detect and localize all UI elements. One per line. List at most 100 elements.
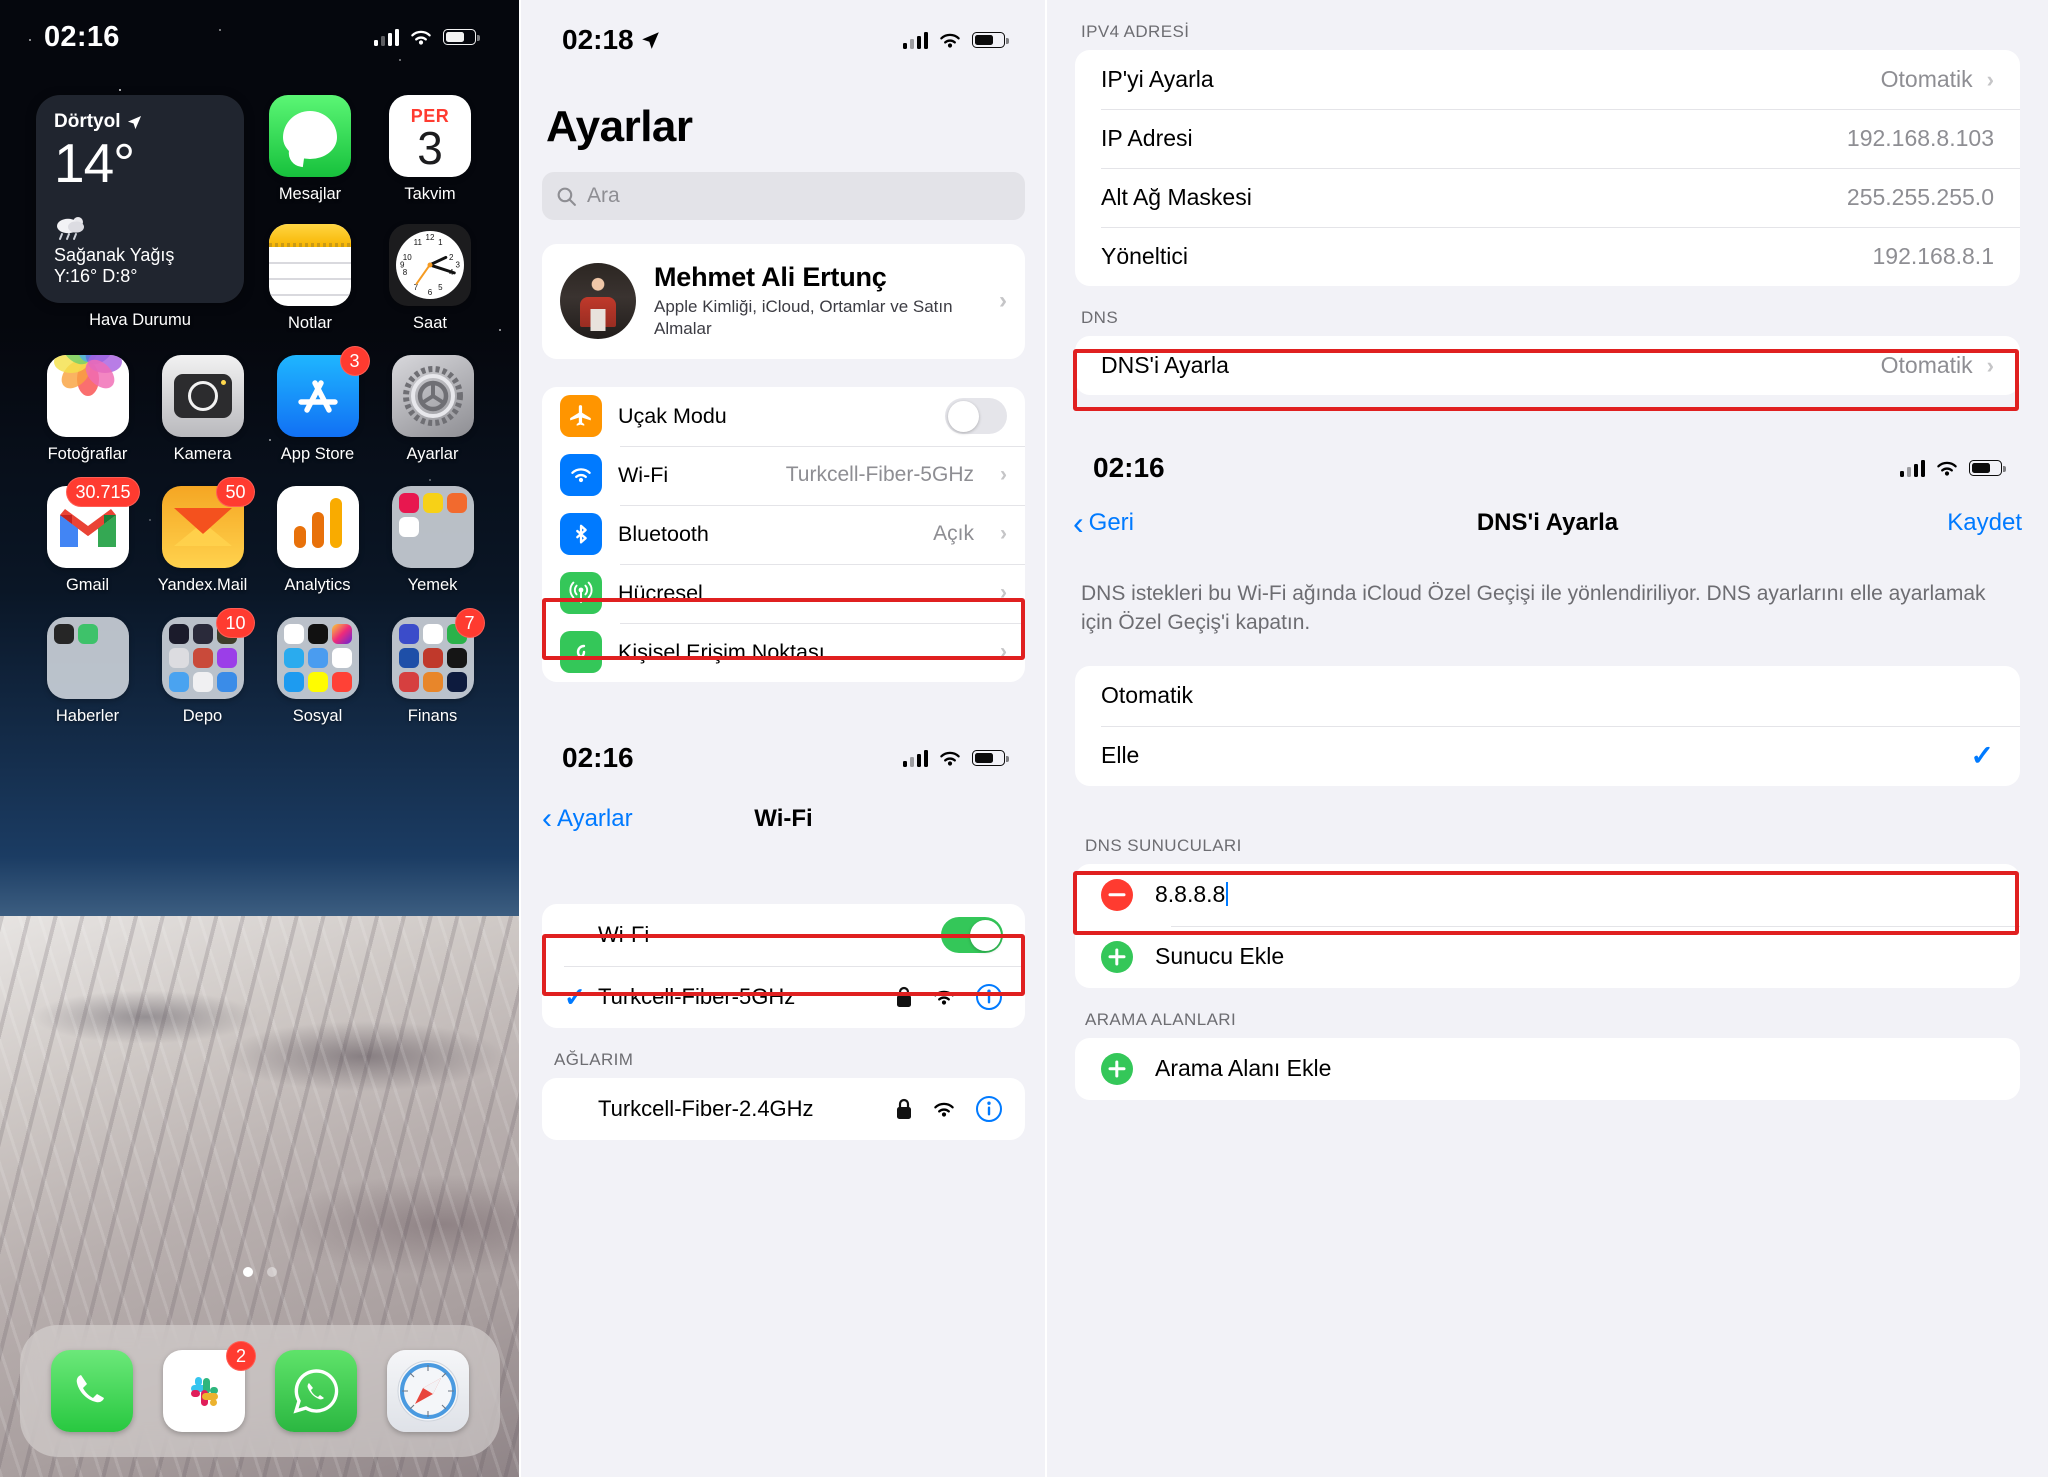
folder-depo[interactable]: 10 Depo (145, 608, 260, 726)
dock-app-slack[interactable]: 2 (163, 1341, 256, 1432)
app-mesajlar[interactable]: Mesajlar (250, 95, 370, 204)
cellular-signal-icon (373, 28, 399, 46)
app-label: Ayarlar (406, 445, 459, 463)
dock-app-telefon[interactable] (51, 1350, 133, 1432)
dns-navbar: ‹ Geri DNS'i Ayarla Kaydet (1047, 492, 2048, 554)
dns-option-elle[interactable]: Elle ✓ (1075, 725, 2020, 786)
dock-app-whatsapp[interactable] (275, 1350, 357, 1432)
settings-row-bluetooth[interactable]: Bluetooth Açık › (542, 504, 1025, 564)
info-circle-icon[interactable] (975, 1095, 1003, 1123)
wifi-navbar: ‹ Ayarlar Wi-Fi (520, 788, 1047, 850)
profile-name: Mehmet Ali Ertunç (654, 262, 887, 292)
airplane-mode-toggle[interactable] (945, 398, 1007, 435)
folder-icon[interactable] (276, 617, 359, 699)
folder-sosyal[interactable]: Sosyal (260, 617, 375, 726)
badge: 3 (339, 346, 370, 376)
row-ip-ayarla[interactable]: IP'yi Ayarla Otomatik › (1075, 50, 2020, 109)
badge: 50 (216, 477, 255, 507)
chevron-right-icon: › (1986, 66, 1994, 92)
dns-option-otomatik[interactable]: Otomatik (1075, 666, 2020, 726)
add-server-row[interactable]: Sunucu Ekle (1075, 925, 2020, 988)
app-label: Analytics (284, 576, 351, 594)
wifi-toggle-row[interactable]: Wi-Fi (542, 904, 1025, 966)
whatsapp-icon[interactable] (275, 1350, 357, 1432)
dns-server-input[interactable]: 8.8.8.8 (1155, 881, 1229, 908)
clock-icon[interactable]: 12 3 6 9 1 2 4 5 7 8 (389, 224, 471, 306)
row-value: Turkcell-Fiber-5GHz (785, 463, 974, 487)
wifi-network-connected[interactable]: ✓ Turkcell-Fiber-5GHz (542, 966, 1025, 1028)
settings-gear-icon[interactable] (391, 355, 474, 437)
wifi-icon (940, 33, 960, 48)
add-icon[interactable] (1101, 940, 1133, 973)
wifi-network-row[interactable]: Turkcell-Fiber-2.4GHz (542, 1078, 1025, 1140)
save-button[interactable]: Kaydet (1947, 509, 2022, 537)
settings-row-kisisel-erisim-noktasi[interactable]: Kişisel Erişim Noktası › (542, 622, 1025, 682)
weather-city-row: Dörtyol (54, 111, 226, 133)
page-dot[interactable] (267, 1267, 277, 1277)
lock-icon (897, 1098, 911, 1119)
dock-app-safari[interactable] (387, 1350, 469, 1432)
safari-icon[interactable] (387, 1350, 469, 1432)
settings-row-ucak-modu[interactable]: Uçak Modu (542, 387, 1025, 446)
app-kamera[interactable]: Kamera (145, 355, 260, 464)
folder-icon[interactable] (391, 486, 474, 568)
phone-icon[interactable] (51, 1350, 133, 1432)
info-circle-icon[interactable] (975, 983, 1003, 1011)
weather-widget-card[interactable]: Dörtyol 14° Sağanak Yağış Y:16° D:8° (36, 95, 244, 303)
app-takvim[interactable]: PER 3 Takvim (370, 95, 490, 204)
row-dns-ayarla[interactable]: DNS'i Ayarla Otomatik › (1075, 336, 2020, 395)
page-dot-active[interactable] (243, 1267, 253, 1277)
text-caret (1226, 882, 1229, 907)
row-label: Hücresel (618, 580, 703, 605)
chevron-right-icon: › (1000, 581, 1007, 605)
google-analytics-icon[interactable] (276, 486, 359, 568)
app-label: Finans (407, 707, 458, 725)
dns-config-screen: 02:16 ‹ Geri DNS'i Ayarla Kaydet DNS ist… (1047, 428, 2048, 1477)
row-value: 192.168.8.1 (1872, 243, 1994, 269)
calendar-icon[interactable]: PER 3 (389, 95, 471, 177)
folder-yemek[interactable]: Yemek (375, 486, 490, 595)
dns-server-row[interactable]: 8.8.8.8 (1075, 864, 2020, 926)
app-analytics[interactable]: Analytics (260, 486, 375, 595)
app-notlar[interactable]: Notlar (250, 224, 370, 333)
row-label: DNS'i Ayarla (1101, 352, 1229, 378)
weather-widget[interactable]: Dörtyol 14° Sağanak Yağış Y:16° D:8° Hav… (30, 95, 250, 330)
weather-condition: Sağanak Yağış (54, 245, 175, 265)
app-ayarlar[interactable]: Ayarlar (375, 355, 490, 464)
photos-icon[interactable] (46, 355, 129, 437)
ipv4-dns-screen: IPV4 ADRESİ IP'yi Ayarla Otomatik › IP A… (1047, 0, 2048, 428)
dns-server-value: 8.8.8.8 (1155, 881, 1226, 908)
messages-icon[interactable] (269, 95, 351, 177)
app-label: Notlar (287, 314, 332, 332)
app-yandex-mail[interactable]: 50 Yandex.Mail (145, 477, 260, 595)
weather-city: Dörtyol (54, 111, 121, 132)
row-label: Alt Ağ Maskesi (1101, 184, 1252, 210)
search-input[interactable]: Ara (542, 172, 1025, 220)
settings-row-hucresel[interactable]: Hücresel › (542, 563, 1025, 623)
camera-icon[interactable] (161, 355, 244, 437)
column-separator (1045, 0, 1047, 1477)
folder-haberler[interactable]: Haberler (30, 617, 145, 726)
status-icons (1899, 459, 2006, 478)
app-saat[interactable]: 12 3 6 9 1 2 4 5 7 8 (370, 224, 490, 333)
page-indicator[interactable] (0, 1267, 520, 1277)
battery-icon (972, 32, 1009, 48)
row-label: IP'yi Ayarla (1101, 66, 1214, 92)
apple-id-card[interactable]: Mehmet Ali Ertunç Apple Kimliği, iCloud,… (542, 244, 1025, 359)
app-fotograflar[interactable]: Fotoğraflar (30, 355, 145, 464)
notes-icon[interactable] (269, 224, 351, 306)
folder-icon[interactable] (46, 617, 129, 699)
avatar (560, 263, 636, 340)
add-icon[interactable] (1101, 1052, 1133, 1085)
row-value: 255.255.255.0 (1846, 184, 1994, 210)
page-title: DNS'i Ayarla (1476, 509, 1619, 536)
add-server-label: Sunucu Ekle (1155, 943, 1285, 970)
profile-row[interactable]: Mehmet Ali Ertunç Apple Kimliği, iCloud,… (542, 244, 1025, 359)
app-app-store[interactable]: 3 App Store (260, 346, 375, 464)
folder-finans[interactable]: 7 Finans (375, 608, 490, 726)
add-domain-row[interactable]: Arama Alanı Ekle (1075, 1038, 2020, 1100)
wifi-toggle[interactable] (941, 917, 1003, 953)
remove-icon[interactable] (1101, 878, 1133, 911)
settings-row-wifi[interactable]: Wi-Fi Turkcell-Fiber-5GHz › (542, 445, 1025, 505)
app-gmail[interactable]: 30.715 Gmail (30, 477, 145, 595)
